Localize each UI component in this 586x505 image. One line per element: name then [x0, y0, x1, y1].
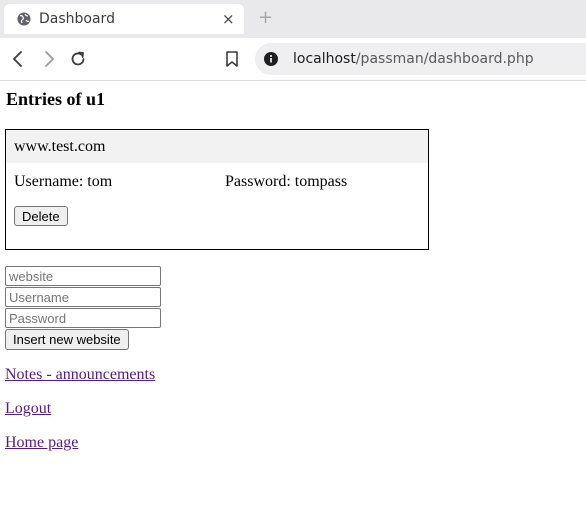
page-content: Entries of u1 www.test.com Username: tom… [0, 81, 586, 505]
entry-card: www.test.com Username: tom Password: tom… [5, 129, 429, 250]
website-input[interactable] [5, 266, 161, 286]
page-title: Entries of u1 [6, 89, 105, 109]
bookmark-icon[interactable] [223, 50, 241, 68]
entry-username: Username: tom [14, 173, 113, 190]
username-input[interactable] [5, 287, 161, 307]
insert-website-button[interactable]: Insert new website [5, 329, 129, 350]
address-bar[interactable]: localhost/passman/dashboard.php [255, 43, 586, 75]
close-tab-icon[interactable]: × [222, 10, 235, 28]
password-input[interactable] [5, 308, 161, 328]
forward-arrow-icon[interactable] [39, 50, 57, 68]
home-page-link[interactable]: Home page [5, 434, 78, 452]
entry-website-row: www.test.com [6, 130, 428, 163]
tab-strip: Dashboard × + [0, 0, 586, 38]
tab-dashboard[interactable]: Dashboard × [4, 4, 244, 34]
globe-icon [17, 12, 31, 26]
back-arrow-icon[interactable] [10, 50, 28, 68]
url-host: localhost [293, 51, 356, 67]
info-icon[interactable] [264, 52, 278, 66]
delete-button[interactable]: Delete [14, 206, 68, 226]
entry-website: www.test.com [14, 138, 106, 155]
entry-password: Password: tompass [225, 173, 348, 190]
tab-title: Dashboard [39, 11, 115, 27]
browser-toolbar: localhost/passman/dashboard.php [0, 38, 586, 81]
new-tab-icon[interactable]: + [258, 8, 273, 28]
notes-link[interactable]: Notes - announcements [5, 366, 155, 384]
logout-link[interactable]: Logout [5, 400, 51, 418]
url-text: localhost/passman/dashboard.php [293, 50, 534, 68]
url-path: /passman/dashboard.php [355, 51, 534, 67]
reload-icon[interactable] [69, 50, 87, 68]
